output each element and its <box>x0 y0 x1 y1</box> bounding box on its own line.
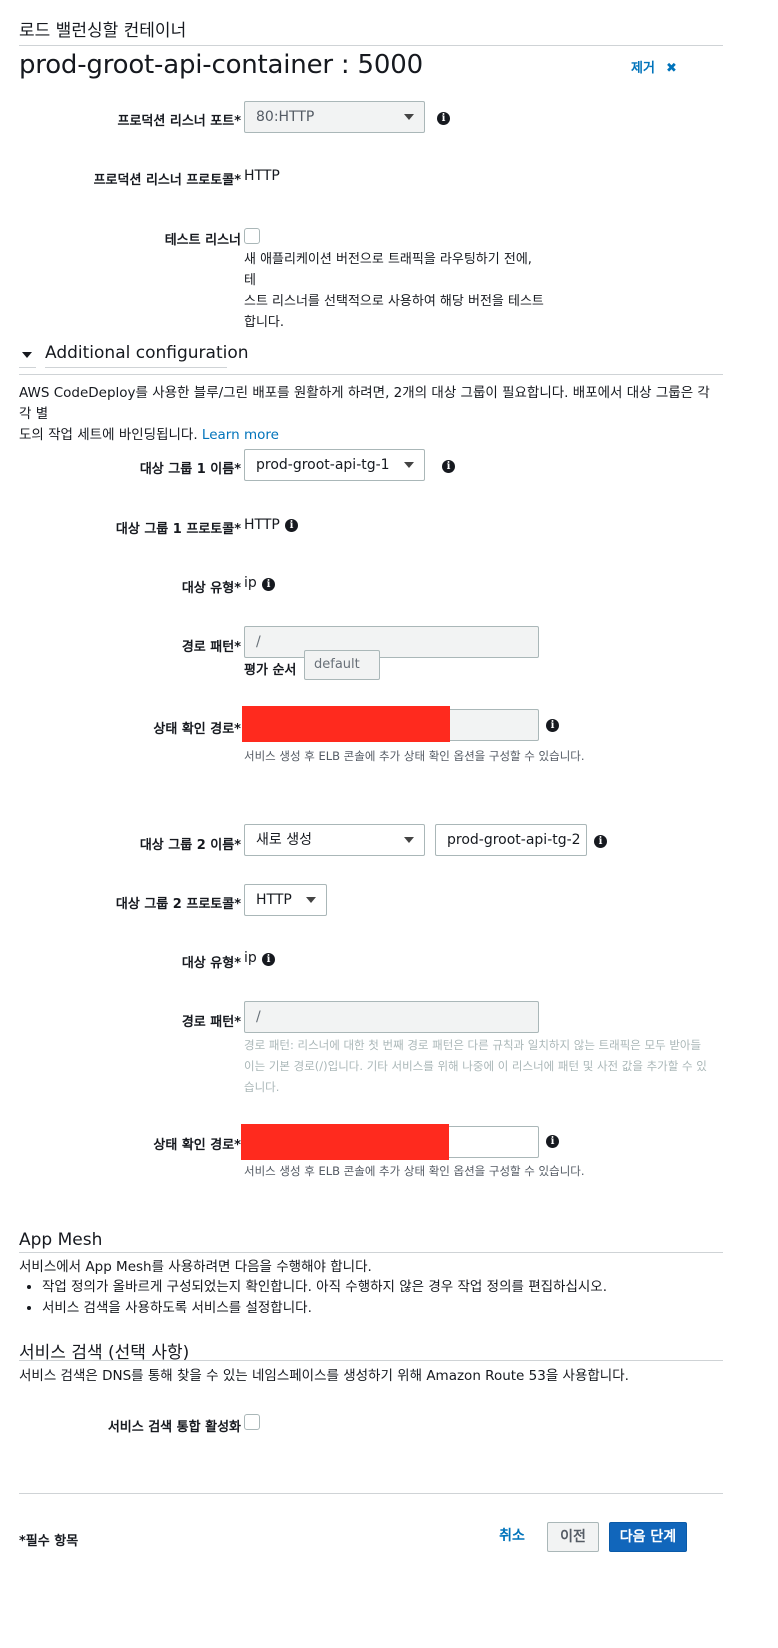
tg1-path-label: 경로 패턴* <box>181 640 241 655</box>
listener-port-value: 80:HTTP <box>256 109 315 125</box>
eval-order-input[interactable]: default <box>304 650 380 680</box>
tg2-type-label: 대상 유형* <box>181 956 241 971</box>
tg2-protocol-select[interactable]: HTTP <box>244 884 327 916</box>
tg2-name-label: 대상 그룹 2 이름* <box>139 838 241 853</box>
section-divider <box>19 45 723 46</box>
help-line: 경로 패턴: 리스너에 대한 첫 번째 경로 패턴은 다른 규칙과 일치하지 않… <box>244 1038 702 1052</box>
list-item: 서비스 검색을 사용하도록 서비스를 설정합니다. <box>42 1298 607 1319</box>
caret-down-icon <box>404 837 414 843</box>
app-mesh-list: 작업 정의가 올바르게 구성되었는지 확인합니다. 아직 수행하지 않은 경우 … <box>19 1277 607 1319</box>
app-mesh-title: App Mesh <box>19 1230 103 1250</box>
service-discovery-enable-label: 서비스 검색 통합 활성화 <box>107 1420 241 1435</box>
caret-down-icon <box>404 114 414 120</box>
required-note: *필수 항목 <box>19 1534 79 1549</box>
test-listener-help: 새 애플리케이션 버전으로 트래픽을 라우팅하기 전에, 테 스트 리스너를 선… <box>244 249 544 333</box>
help-line: 새 애플리케이션 버전으로 트래픽을 라우팅하기 전에, 테 <box>244 252 532 288</box>
cancel-button[interactable]: 취소 <box>492 1522 532 1552</box>
tg2-health-label: 상태 확인 경로* <box>153 1138 241 1153</box>
redacted-value <box>242 706 450 742</box>
help-line: 이는 기본 경로(/)입니다. 기타 서비스를 위해 나중에 이 리스너에 패턴… <box>244 1059 707 1073</box>
collapse-triangle-icon[interactable] <box>22 352 32 358</box>
info-icon[interactable]: i <box>546 1135 559 1148</box>
tg1-name-label: 대상 그룹 1 이름* <box>139 462 241 477</box>
help-line: 스트 리스너를 선택적으로 사용하여 해당 버전을 테스트 <box>244 294 544 309</box>
service-discovery-divider <box>19 1360 723 1361</box>
tg1-path-input[interactable]: / <box>244 626 539 658</box>
tg2-health-help: 서비스 생성 후 ELB 콘솔에 추가 상태 확인 옵션을 구성할 수 있습니다… <box>244 1164 585 1178</box>
tg2-name-select-value: 새로 생성 <box>256 832 312 848</box>
info-icon[interactable]: i <box>437 112 450 125</box>
tg2-path-input[interactable]: / <box>244 1001 539 1033</box>
tg2-path-label: 경로 패턴* <box>181 1015 241 1030</box>
tg1-protocol-value: HTTP <box>244 517 280 533</box>
test-listener-checkbox[interactable] <box>244 228 260 244</box>
listener-port-select[interactable]: 80:HTTP <box>244 101 425 133</box>
tg1-type-label: 대상 유형* <box>181 581 241 596</box>
tg1-health-label: 상태 확인 경로* <box>153 722 241 737</box>
section-title: 로드 밸런싱할 컨테이너 <box>19 21 187 41</box>
service-discovery-description: 서비스 검색은 DNS를 통해 찾을 수 있는 네임스페이스를 생성하기 위해 … <box>19 1368 629 1384</box>
listener-protocol-label: 프로덕션 리스너 프로토콜* <box>93 173 241 188</box>
info-icon[interactable]: i <box>546 719 559 732</box>
eval-order-label: 평가 순서 <box>244 663 297 678</box>
redacted-value <box>241 1124 449 1160</box>
help-line: 습니다. <box>244 1080 280 1094</box>
description-line: 도의 작업 세트에 바인딩됩니다. <box>19 427 198 443</box>
tg1-type-value: ip <box>244 575 257 591</box>
container-name: prod-groot-api-container : 5000 <box>19 50 423 80</box>
additional-config-toggle[interactable]: Additional configuration <box>45 343 249 363</box>
learn-more-link[interactable]: Learn more <box>202 427 279 443</box>
tg2-protocol-label: 대상 그룹 2 프로토콜* <box>115 897 241 912</box>
app-mesh-description: 서비스에서 App Mesh를 사용하려면 다음을 수행해야 합니다. <box>19 1259 372 1275</box>
info-icon[interactable]: i <box>262 953 275 966</box>
tg2-path-help: 경로 패턴: 리스너에 대한 첫 번째 경로 패턴은 다른 규칙과 일치하지 않… <box>244 1035 707 1098</box>
help-line: 합니다. <box>244 315 285 330</box>
remove-label: 제거 <box>631 61 655 76</box>
toggle-underline <box>45 367 227 368</box>
tg1-health-help: 서비스 생성 후 ELB 콘솔에 추가 상태 확인 옵션을 구성할 수 있습니다… <box>244 749 585 763</box>
tg1-protocol-label: 대상 그룹 1 프로토콜* <box>115 522 241 537</box>
tg2-type-value: ip <box>244 950 257 966</box>
service-discovery-checkbox[interactable] <box>244 1414 260 1430</box>
info-icon[interactable]: i <box>285 519 298 532</box>
listener-port-label: 프로덕션 리스너 포트* <box>117 114 242 129</box>
caret-down-icon <box>306 897 316 903</box>
next-step-button[interactable]: 다음 단계 <box>609 1522 687 1552</box>
tg1-name-select[interactable]: prod-groot-api-tg-1 <box>244 449 425 481</box>
additional-divider <box>19 374 723 375</box>
list-item: 작업 정의가 올바르게 구성되었는지 확인합니다. 아직 수행하지 않은 경우 … <box>42 1277 607 1298</box>
tg2-name-input[interactable]: prod-groot-api-tg-2 <box>435 824 587 856</box>
previous-button[interactable]: 이전 <box>547 1522 599 1552</box>
close-icon: ✖ <box>666 61 677 76</box>
footer-divider <box>19 1493 723 1494</box>
info-icon[interactable]: i <box>442 460 455 473</box>
test-listener-label: 테스트 리스너 <box>164 233 241 248</box>
info-icon[interactable]: i <box>594 835 607 848</box>
toggle-underline <box>19 367 36 368</box>
tg2-name-select[interactable]: 새로 생성 <box>244 824 425 856</box>
caret-down-icon <box>404 462 414 468</box>
remove-button[interactable]: 제거 ✖ <box>631 57 677 76</box>
info-icon[interactable]: i <box>262 578 275 591</box>
app-mesh-divider <box>19 1252 723 1253</box>
additional-description: AWS CodeDeploy를 사용한 블루/그린 배포를 원활하게 하려면, … <box>19 383 719 446</box>
description-line: AWS CodeDeploy를 사용한 블루/그린 배포를 원활하게 하려면, … <box>19 385 710 422</box>
tg2-protocol-value: HTTP <box>256 892 292 908</box>
listener-protocol-value: HTTP <box>244 168 280 184</box>
tg1-name-value: prod-groot-api-tg-1 <box>256 457 390 473</box>
